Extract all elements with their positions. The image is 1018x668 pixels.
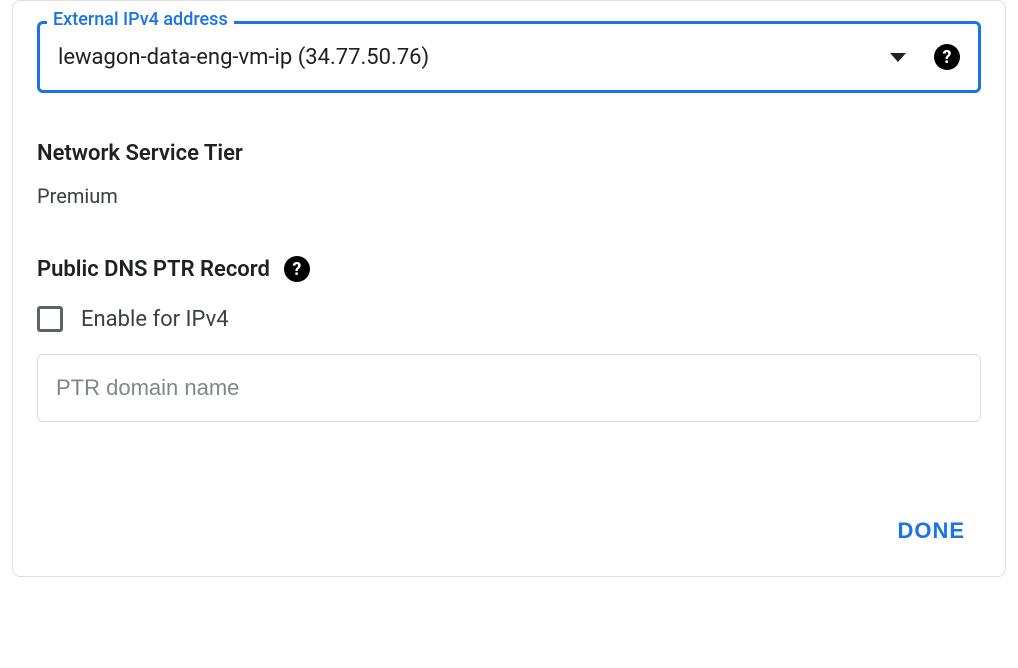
panel-footer: DONE	[37, 510, 981, 552]
network-tier-heading: Network Service Tier	[37, 141, 981, 166]
help-icon[interactable]: ?	[934, 44, 960, 70]
chevron-down-icon	[890, 53, 906, 62]
select-right-controls: ?	[890, 44, 960, 70]
help-icon[interactable]: ?	[284, 256, 310, 282]
external-ipv4-value: lewagon-data-eng-vm-ip (34.77.50.76)	[58, 45, 890, 70]
enable-ipv4-label: Enable for IPv4	[81, 307, 229, 332]
network-tier-value: Premium	[37, 184, 981, 208]
enable-ipv4-checkbox[interactable]	[37, 306, 63, 332]
done-button[interactable]: DONE	[881, 510, 981, 552]
ptr-domain-input[interactable]	[37, 354, 981, 422]
network-config-panel: External IPv4 address lewagon-data-eng-v…	[12, 0, 1006, 577]
external-ipv4-select[interactable]: lewagon-data-eng-vm-ip (34.77.50.76) ?	[37, 21, 981, 93]
enable-ipv4-row: Enable for IPv4	[37, 306, 981, 332]
ptr-heading: Public DNS PTR Record	[37, 257, 270, 282]
external-ipv4-label: External IPv4 address	[47, 9, 234, 30]
ptr-heading-row: Public DNS PTR Record ?	[37, 256, 981, 282]
external-ipv4-field: External IPv4 address lewagon-data-eng-v…	[37, 21, 981, 93]
